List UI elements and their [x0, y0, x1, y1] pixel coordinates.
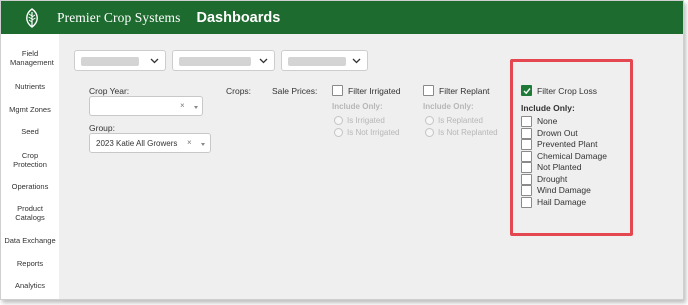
replant-include-only-label: Include Only: — [423, 102, 474, 111]
chevron-down-icon — [352, 58, 361, 64]
is-irrigated-label: Is Irrigated — [347, 116, 385, 125]
is-replanted-label: Is Replanted — [438, 116, 483, 125]
sidebar-item-reports[interactable]: Reports — [1, 259, 59, 268]
sidebar-item-label: Analytics — [14, 281, 45, 290]
redacted-value — [81, 57, 139, 66]
redacted-value — [179, 57, 251, 66]
sidebar-item-seed[interactable]: Seed — [1, 127, 59, 136]
sidebar-item-nutrients[interactable]: Nutrients — [1, 82, 59, 91]
clear-x-icon[interactable]: × — [187, 138, 192, 147]
sidebar-item-mgmt-zones[interactable]: Mgmt Zones — [1, 105, 59, 114]
radio-is-irrigated[interactable] — [334, 116, 343, 125]
sidebar-item-data-exchange[interactable]: Data Exchange — [1, 236, 59, 245]
app-header: Premier Crop Systems Dashboards — [1, 1, 683, 34]
group-select[interactable]: 2023 Katie All Growers × — [89, 133, 211, 153]
annotation-highlight-box — [510, 59, 633, 236]
sidebar-item-label: Seed — [21, 127, 39, 136]
sidebar-item-product-catalogs[interactable]: Product Catalogs — [1, 204, 59, 222]
chevron-down-icon — [259, 58, 268, 64]
is-not-irrigated-label: Is Not Irrigated — [347, 128, 400, 137]
app-window: Premier Crop Systems Dashboards Field Ma… — [0, 0, 684, 300]
top-dropdown-1[interactable] — [74, 50, 166, 71]
group-label: Group: — [89, 123, 115, 133]
sidebar-item-label: Product Catalogs — [15, 204, 45, 222]
sidebar-item-label: Operations — [11, 182, 49, 191]
group-value: 2023 Katie All Growers — [96, 139, 178, 148]
clear-x-icon[interactable]: × — [180, 101, 185, 110]
leaf-logo-icon[interactable] — [21, 7, 43, 29]
sidebar-item-label: Nutrients — [14, 82, 45, 91]
is-not-replanted-label: Is Not Replanted — [438, 128, 498, 137]
filter-irrigated-label: Filter Irrigated — [348, 86, 401, 96]
brand-name: Premier Crop Systems — [57, 9, 181, 25]
filter-replant-label: Filter Replant — [439, 86, 490, 96]
sale-prices-label: Sale Prices: — [272, 86, 318, 96]
sidebar-item-operations[interactable]: Operations — [1, 182, 59, 191]
sidebar-item-label: Field Management — [10, 49, 54, 67]
irrigated-include-only-label: Include Only: — [332, 102, 383, 111]
sidebar-item-crop-protection[interactable]: Crop Protection — [1, 151, 59, 169]
caret-down-icon — [201, 143, 205, 146]
chevron-down-icon — [150, 58, 159, 64]
sidebar-item-field-management[interactable]: Field Management — [1, 49, 59, 67]
crop-year-label: Crop Year: — [89, 86, 130, 96]
filter-irrigated-checkbox[interactable] — [332, 85, 343, 96]
radio-is-not-irrigated[interactable] — [334, 128, 343, 137]
filter-replant-checkbox[interactable] — [423, 85, 434, 96]
caret-down-icon — [194, 106, 198, 109]
top-dropdown-2[interactable] — [172, 50, 275, 71]
crops-label: Crops: — [226, 86, 252, 96]
redacted-value — [288, 57, 346, 66]
sidebar-item-label: Reports — [16, 259, 44, 268]
sidebar-item-analytics[interactable]: Analytics — [1, 281, 59, 290]
page-title: Dashboards — [196, 9, 281, 26]
sidebar-item-label: Mgmt Zones — [9, 105, 51, 114]
radio-is-replanted[interactable] — [425, 116, 434, 125]
crop-year-select[interactable]: × — [89, 96, 203, 116]
sidebar-item-label: Crop Protection — [13, 151, 47, 169]
sidebar-item-label: Data Exchange — [4, 236, 56, 245]
top-dropdown-3[interactable] — [281, 50, 368, 71]
sidebar: Field Management Nutrients Mgmt Zones Se… — [1, 34, 59, 299]
radio-is-not-replanted[interactable] — [425, 128, 434, 137]
